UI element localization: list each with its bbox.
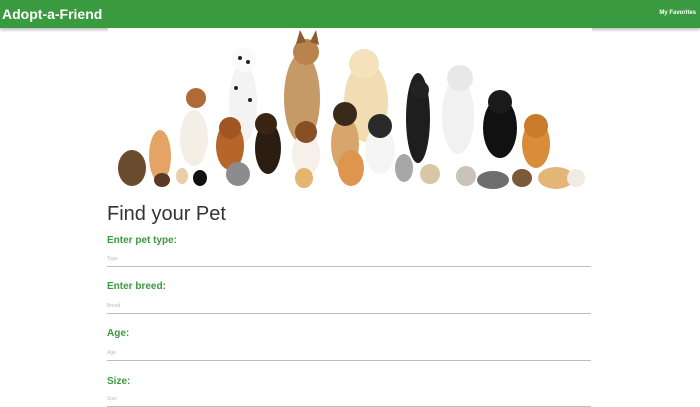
size-label: Size: <box>107 376 131 387</box>
my-favorites-link[interactable]: My Favorites <box>659 10 696 16</box>
dalmatian-head <box>232 48 256 72</box>
age-input[interactable] <box>107 346 591 361</box>
pets-hero-image <box>108 28 592 190</box>
brand-title[interactable]: Adopt-a-Friend <box>2 6 102 22</box>
grey-kitten <box>477 171 509 189</box>
poodle-head <box>488 90 512 114</box>
top-navbar: Adopt-a-Friend My Favorites <box>0 0 700 28</box>
husky-head <box>447 65 473 91</box>
breed-input[interactable] <box>107 299 591 314</box>
page-title: Find your Pet <box>107 203 226 225</box>
labrador-head <box>349 49 379 79</box>
age-label: Age: <box>107 328 130 339</box>
terrier-body <box>180 110 208 166</box>
pet-type-input[interactable] <box>107 252 591 267</box>
pet-type-label: Enter pet type: <box>107 235 178 246</box>
greyhound-head <box>411 81 429 99</box>
breed-label: Enter breed: <box>107 281 166 292</box>
brown-puppy <box>118 150 146 186</box>
ginger-cat <box>338 150 364 186</box>
terrier-head <box>186 88 206 108</box>
grey-cat <box>226 162 250 186</box>
pets-illustration <box>118 30 585 189</box>
